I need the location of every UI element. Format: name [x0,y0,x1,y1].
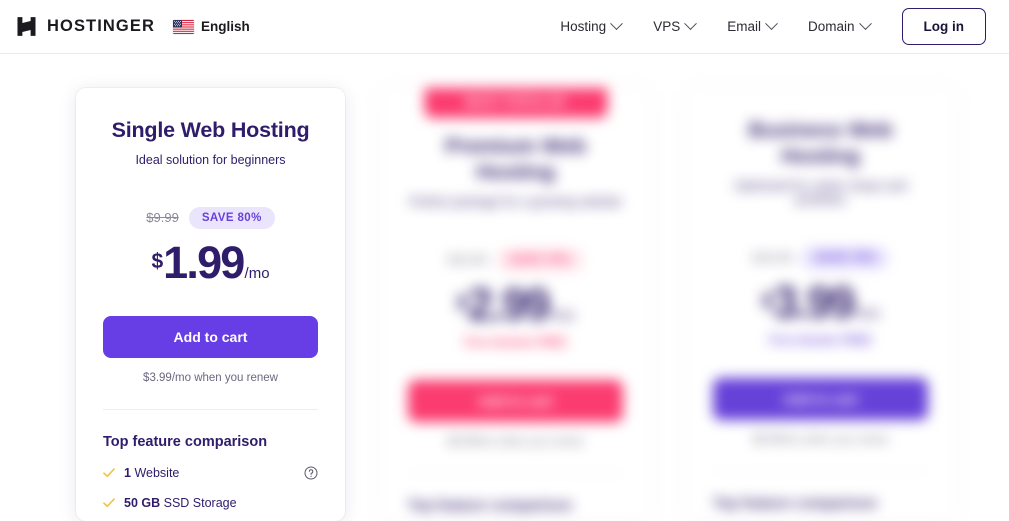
old-price: $11.99 [448,252,487,268]
currency-symbol: $ [761,289,774,313]
price-amount: 1.99 [163,236,245,288]
current-price: $ 3.99 /mo [713,280,928,325]
free-domain-note: Free domain FREE [464,336,567,349]
login-button[interactable]: Log in [901,8,986,45]
feature-item: 1 Website [103,466,318,480]
site-header: HOSTINGER English Hosting VPS Email Doma… [0,0,1009,54]
plan-name: Single Web Hosting [111,118,310,142]
feature-comparison-title: Top feature comparison [103,433,268,450]
price-amount: 3.99 [773,276,855,328]
save-badge: SAVE 80% [188,206,275,229]
feature-comparison-title: Top feature comparison [713,495,878,512]
plan-tagline: Ideal solution for beginners [135,152,286,167]
pricing-card-business[interactable]: Business Web Hosting Optimised for onlin… [686,88,955,521]
chevron-down-icon [610,17,624,31]
nav-item-hosting[interactable]: Hosting [544,11,637,42]
hostinger-h-logo-icon [17,17,36,36]
price-amount: 2.99 [468,278,550,330]
chevron-down-icon [765,17,778,31]
check-icon [103,498,115,507]
check-icon [103,468,115,477]
renewal-note: $3.99/mo when you renew [143,371,278,384]
price-period: /mo [244,264,270,282]
divider [103,408,318,410]
feature-value: 50 GB [124,495,161,510]
nav-item-email[interactable]: Email [711,11,792,42]
language-selector[interactable]: English [173,19,250,34]
price-period: /mo [549,306,575,324]
language-label: English [201,19,250,34]
pricing-card-single[interactable]: Single Web Hosting Ideal solution for be… [76,88,345,521]
feature-value: 1 [124,465,131,480]
price-period: /mo [854,304,880,322]
feature-name: Website [134,465,180,480]
chevron-down-icon [684,17,698,31]
add-to-cart-button[interactable]: Add to cart [103,315,318,358]
old-price: $15.99 [752,250,793,266]
divider [408,472,623,474]
nav-label-hosting: Hosting [560,19,607,34]
feature-item: 50 GB SSD Storage [103,496,318,510]
help-circle-icon[interactable] [304,466,318,480]
feature-label: 1 Website [124,466,179,480]
currency-symbol: $ [151,249,164,273]
feature-label: 50 GB SSD Storage [124,496,237,510]
current-price: $ 2.99 /mo [408,282,623,327]
renewal-note: $8.99/mo when you renew [753,433,888,446]
pricing-section: Single Web Hosting Ideal solution for be… [0,54,1009,521]
add-to-cart-button[interactable]: Add to cart [408,379,623,422]
plan-tagline: Optimised for online shops and portfolio… [734,178,907,207]
price-row: $9.99 SAVE 80% [103,206,318,229]
pricing-cards: Single Web Hosting Ideal solution for be… [76,88,955,521]
currency-symbol: $ [456,291,469,315]
add-to-cart-button[interactable]: Add to cart [713,377,928,420]
nav-label-domain: Domain [807,19,855,34]
most-popular-ribbon: MOST POPULAR [424,88,607,118]
nav-item-vps[interactable]: VPS [637,11,711,42]
plan-tagline: Perfect package for a growing website [409,194,622,209]
pricing-card-premium[interactable]: MOST POPULAR Premium Web Hosting Perfect… [381,88,650,521]
plan-name: Business Web Hosting [748,118,893,168]
nav-item-domain[interactable]: Domain [792,11,886,42]
renewal-note: $6.99/mo when you renew [448,435,583,448]
main-navigation: Hosting VPS Email Domain Log in [544,8,986,45]
plan-name: Premium Web Hosting [445,134,586,184]
free-domain-note: Free domain FREE [769,334,872,347]
save-badge: SAVE 75% [802,246,889,269]
nav-label-vps: VPS [653,19,681,34]
save-badge: SAVE 75% [496,248,583,271]
current-price: $ 1.99 /mo [103,240,318,285]
feature-name: SSD Storage [163,495,237,510]
divider [713,470,928,472]
brand-name: HOSTINGER [47,17,155,35]
chevron-down-icon [858,17,872,31]
us-flag-icon [173,19,194,34]
old-price: $9.99 [146,210,179,226]
brand-logo[interactable]: HOSTINGER [15,15,155,38]
price-row: $15.99 SAVE 75% [713,246,928,269]
price-row: $11.99 SAVE 75% [408,248,623,271]
nav-label-email: Email [727,19,761,34]
feature-comparison-title: Top feature comparison [408,497,573,514]
